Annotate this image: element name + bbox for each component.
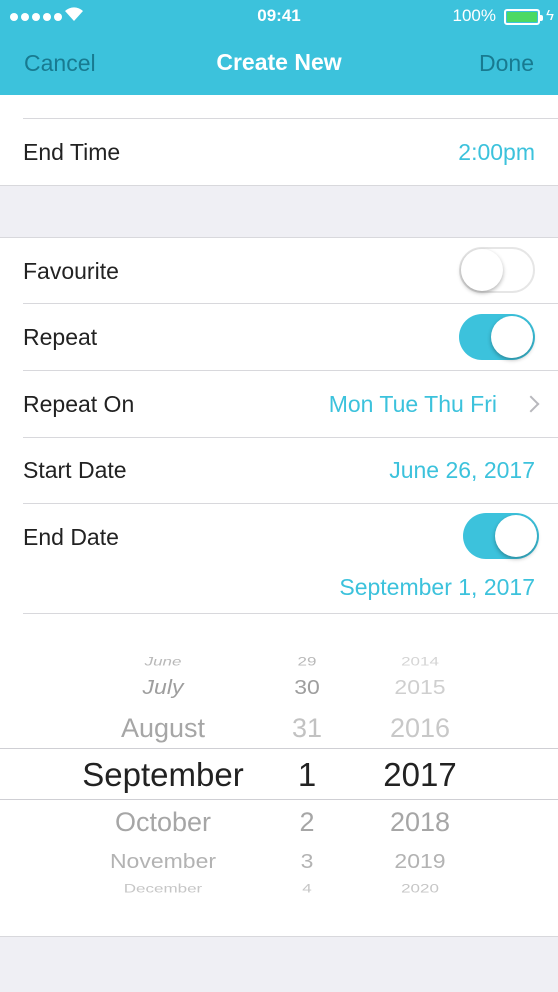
status-bar: 09:41 100% ϟ xyxy=(0,0,558,32)
charging-icon: ϟ xyxy=(546,7,554,24)
start-date-value: June 26, 2017 xyxy=(389,457,535,483)
picker-day-option[interactable]: 29 xyxy=(276,655,338,667)
favourite-toggle[interactable] xyxy=(459,247,535,293)
picker-month-option[interactable]: November xyxy=(60,851,266,871)
end-time-label: End Time xyxy=(23,139,121,165)
end-time-row[interactable]: End Time 2:00pm xyxy=(0,119,558,185)
picker-year-option[interactable]: 2020 xyxy=(370,882,470,894)
picker-day-option[interactable]: 31 xyxy=(276,715,338,742)
separator xyxy=(0,185,558,186)
repeat-on-value: Mon Tue Thu Fri xyxy=(328,391,497,417)
battery-percent: 100% xyxy=(452,6,496,25)
picker-month-option[interactable]: December xyxy=(60,882,266,894)
picker-month-option[interactable]: October xyxy=(60,809,266,836)
picker-year-option[interactable]: 2015 xyxy=(370,677,470,697)
start-date-row[interactable]: Start Date June 26, 2017 xyxy=(0,438,558,503)
favourite-label: Favourite xyxy=(23,258,119,284)
repeat-on-row[interactable]: Repeat On Mon Tue Thu Fri xyxy=(0,371,558,437)
cancel-button[interactable]: Cancel xyxy=(24,50,96,77)
picker-year-selected[interactable]: 2017 xyxy=(370,758,470,791)
end-date-label: End Date xyxy=(23,524,119,550)
picker-day-selected[interactable]: 1 xyxy=(276,758,338,791)
picker-day-option[interactable]: 4 xyxy=(276,882,338,894)
picker-year-option[interactable]: 2016 xyxy=(370,715,470,742)
battery-icon xyxy=(504,9,543,25)
picker-month-selected[interactable]: September xyxy=(60,758,266,791)
time-group: End Time 2:00pm xyxy=(0,95,558,185)
picker-day-option[interactable]: 3 xyxy=(276,851,338,871)
separator xyxy=(0,936,558,937)
end-date-row: End Date September 1, 2017 xyxy=(0,504,558,614)
done-button[interactable]: Done xyxy=(479,50,534,77)
chevron-right-icon xyxy=(522,395,540,413)
repeat-on-label: Repeat On xyxy=(23,391,135,417)
repeat-toggle[interactable] xyxy=(459,314,535,360)
end-date-toggle[interactable] xyxy=(463,513,539,559)
start-date-label: Start Date xyxy=(23,457,127,483)
navigation-bar: Cancel Create New Done xyxy=(0,32,558,95)
picker-year-option[interactable]: 2014 xyxy=(370,655,470,667)
picker-day-option[interactable]: 30 xyxy=(276,677,338,697)
picker-month-option[interactable]: August xyxy=(60,715,266,742)
repeat-row: Repeat xyxy=(0,304,558,370)
end-time-value: 2:00pm xyxy=(458,139,535,165)
end-date-value[interactable]: September 1, 2017 xyxy=(339,574,535,601)
picker-year-option[interactable]: 2018 xyxy=(370,809,470,836)
picker-day-option[interactable]: 2 xyxy=(276,809,338,836)
favourite-row: Favourite xyxy=(0,238,558,303)
picker-month-option[interactable]: July xyxy=(60,677,266,697)
options-group: Favourite Repeat Repeat On Mon Tue Thu F… xyxy=(0,238,558,614)
picker-month-option[interactable]: June xyxy=(60,655,266,667)
repeat-label: Repeat xyxy=(23,324,98,350)
date-picker[interactable]: June July August September October Novem… xyxy=(0,614,558,936)
picker-year-option[interactable]: 2019 xyxy=(370,851,470,871)
